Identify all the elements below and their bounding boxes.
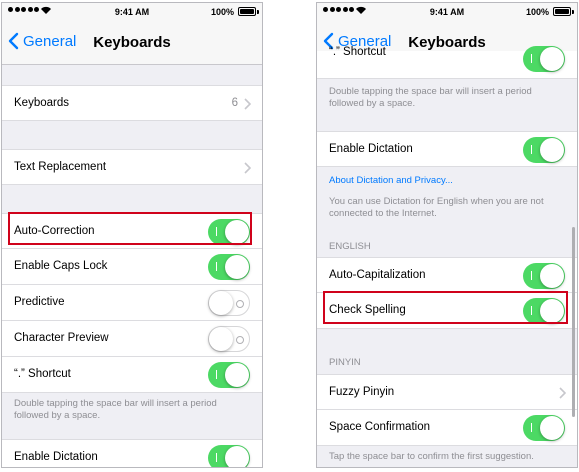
caps-lock-row: Enable Caps Lock [2, 249, 262, 285]
dictation-row: Enable Dictation [317, 131, 577, 167]
chevron-right-icon [244, 98, 251, 110]
auto-capitalization-row: Auto-Capitalization [317, 257, 577, 293]
status-bar: 9:41 AM 100% [317, 3, 577, 21]
keyboards-count: 6 [231, 97, 238, 109]
row-label: “.” Shortcut [329, 46, 386, 58]
page-title: Keyboards [93, 34, 171, 51]
chevron-right-icon [244, 162, 251, 174]
dictation-toggle[interactable] [523, 137, 565, 163]
battery-icon [238, 7, 259, 16]
auto-capitalization-toggle[interactable] [523, 263, 565, 289]
dictation-row: Enable Dictation [2, 439, 262, 467]
right-screen: 9:41 AM 100% General Keyboards “.” Short… [316, 2, 578, 468]
battery-percent: 100% [525, 7, 549, 17]
shortcut-footer: Double tapping the space bar will insert… [329, 86, 532, 109]
shortcut-row: “.” Shortcut [2, 357, 262, 393]
space-confirmation-row: Space Confirmation [317, 410, 577, 446]
space-confirmation-toggle[interactable] [523, 415, 565, 441]
caps-lock-toggle[interactable] [208, 254, 250, 280]
dictation-privacy-link[interactable]: About Dictation and Privacy... [329, 175, 453, 186]
chevron-right-icon [559, 387, 566, 399]
dictation-footer: You can use Dictation for English when y… [329, 196, 544, 219]
status-bar: 9:41 AM 100% [2, 3, 262, 21]
nav-bar: General Keyboards [2, 21, 262, 65]
battery-icon [553, 7, 574, 16]
highlight-check-spelling [323, 291, 568, 324]
row-label: Enable Dictation [329, 143, 413, 155]
row-label: Auto-Capitalization [329, 269, 426, 281]
pinyin-section-header: PINYIN [329, 357, 361, 368]
shortcut-footer: Double tapping the space bar will insert… [14, 398, 217, 421]
row-label: Space Confirmation [329, 421, 430, 433]
english-section-header: ENGLISH [329, 241, 371, 252]
row-label: Keyboards [14, 97, 69, 109]
shortcut-toggle[interactable] [208, 362, 250, 388]
character-preview-row: Character Preview [2, 321, 262, 357]
row-label: Enable Caps Lock [14, 260, 108, 272]
shortcut-toggle[interactable] [523, 46, 565, 72]
shortcut-row: “.” Shortcut [317, 46, 577, 79]
row-label: “.” Shortcut [14, 368, 71, 380]
scrollbar[interactable] [572, 227, 575, 417]
row-label: Text Replacement [14, 161, 107, 173]
row-label: Fuzzy Pinyin [329, 386, 395, 398]
keyboards-row[interactable]: Keyboards 6 [2, 85, 262, 121]
predictive-toggle[interactable] [208, 290, 250, 316]
predictive-row: Predictive [2, 285, 262, 321]
dictation-toggle[interactable] [208, 445, 250, 467]
row-label: Predictive [14, 296, 65, 308]
settings-list: “.” Shortcut Double tapping the space ba… [317, 46, 577, 467]
fuzzy-pinyin-row[interactable]: Fuzzy Pinyin [317, 374, 577, 410]
settings-list: Keyboards 6 Text Replacement Auto-Correc… [2, 65, 262, 467]
battery-percent: 100% [210, 7, 234, 17]
text-replacement-row[interactable]: Text Replacement [2, 149, 262, 185]
character-preview-toggle[interactable] [208, 326, 250, 352]
row-label: Enable Dictation [14, 451, 98, 463]
highlight-auto-correction [8, 212, 252, 245]
row-label: Character Preview [14, 332, 109, 344]
space-confirmation-footer: Tap the space bar to confirm the first s… [329, 451, 534, 462]
